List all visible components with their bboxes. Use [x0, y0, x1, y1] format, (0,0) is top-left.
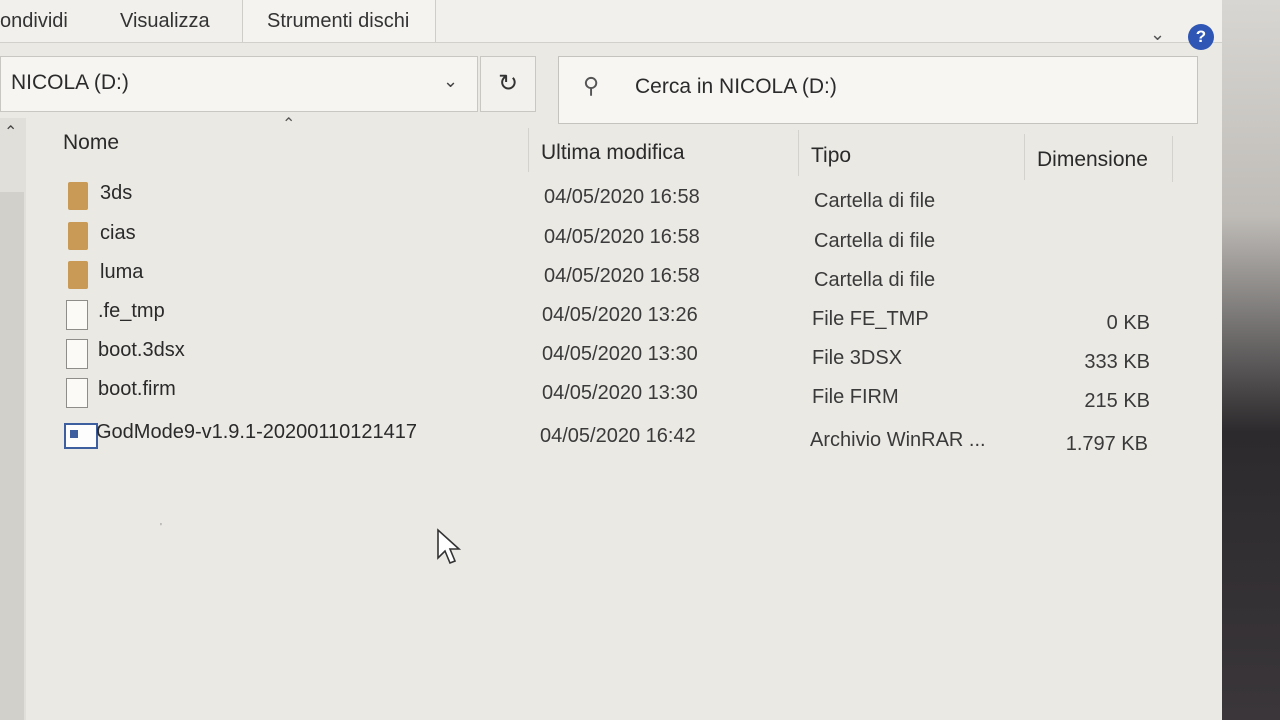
help-icon[interactable]: ?: [1188, 24, 1214, 50]
file-type: Archivio WinRAR ...: [810, 429, 986, 451]
file-icon: [66, 339, 88, 369]
file-row[interactable]: luma 04/05/2020 16:58 Cartella di file: [64, 261, 1214, 297]
file-size: 1.797 KB: [1065, 433, 1148, 455]
file-modified: 04/05/2020 13:30: [542, 343, 698, 365]
file-row[interactable]: boot.3dsx 04/05/2020 13:30 File 3DSX 333…: [62, 339, 1212, 375]
file-row[interactable]: boot.firm 04/05/2020 13:30 File FIRM 215…: [62, 378, 1212, 414]
ribbon-tabs: ondividi Visualizza Strumenti dischi ⌄ ?: [0, 0, 1222, 50]
file-modified: 04/05/2020 16:58: [544, 226, 700, 248]
file-size: 333 KB: [1084, 351, 1150, 373]
file-type: Cartella di file: [814, 190, 936, 212]
file-name: GodMode9-v1.9.1-20200110121417: [96, 421, 417, 443]
file-row[interactable]: GodMode9-v1.9.1-20200110121417 04/05/202…: [60, 421, 1210, 457]
file-icon: [66, 300, 88, 330]
file-modified: 04/05/2020 16:42: [540, 425, 696, 447]
column-divider[interactable]: [1172, 136, 1173, 182]
mouse-cursor-icon: [437, 528, 462, 565]
file-name: boot.3dsx: [98, 339, 185, 361]
file-type: Cartella di file: [814, 230, 936, 252]
file-modified: 04/05/2020 13:30: [542, 382, 698, 404]
column-header-type[interactable]: Tipo: [811, 144, 851, 168]
file-name: .fe_tmp: [98, 300, 165, 322]
file-modified: 04/05/2020 16:58: [544, 265, 700, 287]
chevron-down-icon[interactable]: ⌄: [443, 71, 458, 92]
file-type: File FIRM: [812, 386, 899, 408]
column-header-name[interactable]: Nome: [63, 131, 119, 155]
file-row[interactable]: 3ds 04/05/2020 16:58 Cartella di file: [64, 182, 1214, 218]
file-name: 3ds: [100, 182, 133, 204]
tab-visualizza[interactable]: Visualizza: [120, 0, 210, 42]
file-modified: 04/05/2020 13:26: [542, 304, 698, 326]
file-icon: [66, 378, 88, 408]
file-row[interactable]: .fe_tmp 04/05/2020 13:26 File FE_TMP 0 K…: [62, 300, 1212, 336]
scroll-up-icon[interactable]: ⌃: [4, 122, 17, 142]
file-type: Cartella di file: [814, 269, 936, 291]
folder-icon: [68, 261, 88, 289]
file-type: File FE_TMP: [812, 308, 929, 330]
column-header-size[interactable]: Dimensione: [1037, 148, 1148, 172]
tab-strumenti-dischi[interactable]: Strumenti dischi: [242, 0, 437, 42]
file-name: cias: [100, 222, 136, 244]
address-bar[interactable]: NICOLA (D:) ⌄: [0, 56, 478, 112]
file-type: File 3DSX: [812, 347, 903, 369]
refresh-icon: ↻: [497, 70, 519, 97]
sort-ascending-icon: ⌃: [282, 116, 296, 133]
file-name: luma: [100, 261, 144, 283]
search-input[interactable]: Cerca in NICOLA (D:): [635, 75, 837, 99]
refresh-button[interactable]: ↻: [480, 56, 536, 112]
column-divider[interactable]: [798, 130, 799, 176]
column-header-modified[interactable]: Ultima modifica: [541, 141, 685, 165]
search-box[interactable]: ⚲ Cerca in NICOLA (D:): [558, 56, 1198, 124]
tab-condividi[interactable]: ondividi: [0, 0, 68, 42]
screen-speck: ': [160, 522, 162, 533]
file-name: boot.firm: [98, 378, 176, 400]
navigation-scrollbar-thumb[interactable]: [0, 192, 24, 720]
search-icon: ⚲: [583, 73, 600, 98]
folder-icon: [68, 182, 88, 210]
desktop-background: [1222, 0, 1280, 720]
file-size: 0 KB: [1106, 312, 1150, 334]
column-divider[interactable]: [1024, 134, 1025, 180]
file-modified: 04/05/2020 16:58: [544, 186, 700, 208]
file-row[interactable]: cias 04/05/2020 16:58 Cartella di file: [64, 222, 1214, 258]
column-divider[interactable]: [528, 128, 529, 172]
winrar-archive-icon: [64, 423, 98, 449]
folder-icon: [68, 222, 88, 250]
address-path: NICOLA (D:): [11, 71, 129, 94]
expand-ribbon-chevron-icon[interactable]: ⌄: [1150, 24, 1170, 44]
file-size: 215 KB: [1084, 390, 1150, 412]
